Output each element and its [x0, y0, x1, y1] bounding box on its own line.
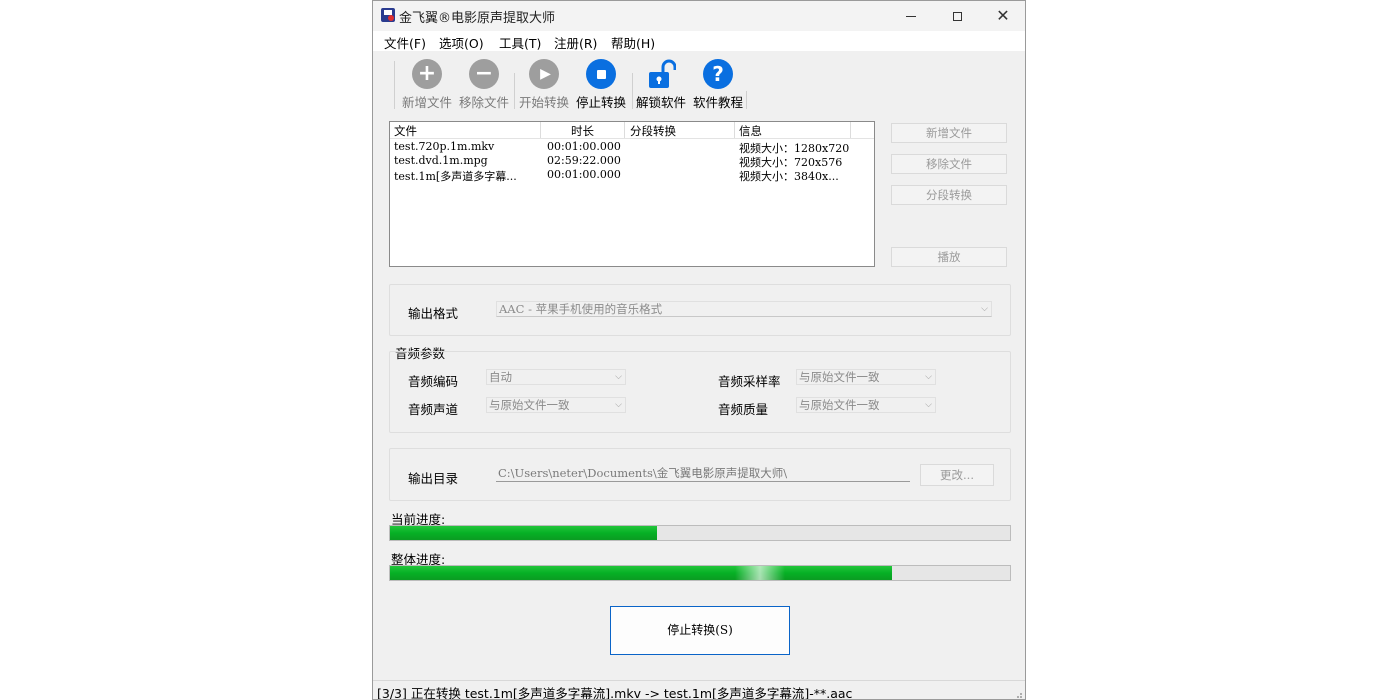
menu-register[interactable]: 注册(R) — [554, 33, 597, 52]
column-header-duration[interactable]: 时长 — [571, 123, 594, 139]
toolbar-remove-file-label: 移除文件 — [458, 95, 509, 110]
progress-shine — [735, 566, 785, 580]
overall-progress-fill — [390, 566, 893, 580]
toolbar-separator — [394, 61, 395, 109]
resize-grip-icon[interactable] — [1013, 689, 1023, 699]
output-dir-field[interactable]: C:\Users\neter\Documents\金飞翼电影原声提取大师\ — [496, 464, 910, 482]
toolbar-add-file-label: 新增文件 — [401, 95, 452, 110]
row-file: test.1m[多声道多字幕... — [394, 170, 517, 183]
toolbar-stop-convert-label: 停止转换 — [575, 95, 626, 110]
output-format-group: 输出格式 AAC - 苹果手机使用的音乐格式 ⌵ — [389, 284, 1011, 336]
app-window: 金飞翼®电影原声提取大师 ✕ 文件(F) 选项(O) 工具(T) 注册(R) 帮… — [372, 0, 1026, 700]
row-info: 视频大小：3840x... — [739, 170, 839, 183]
side-segment-button[interactable]: 分段转换 — [891, 185, 1007, 205]
change-dir-button[interactable]: 更改... — [920, 464, 994, 486]
current-progress-fill — [390, 526, 657, 540]
audio-samplerate-select[interactable]: 与原始文件一致 ⌵ — [796, 369, 936, 385]
row-file: test.dvd.1m.mpg — [394, 154, 488, 167]
audio-channel-value: 与原始文件一致 — [489, 398, 570, 412]
file-list[interactable]: 文件 时长 分段转换 信息 test.720p.1m.mkv 00:01:00.… — [389, 121, 875, 267]
menu-tools[interactable]: 工具(T) — [499, 33, 541, 52]
row-duration: 00:01:00.000 — [547, 168, 621, 181]
stop-icon — [586, 59, 616, 89]
menu-options[interactable]: 选项(O) — [439, 33, 484, 52]
toolbar-add-file-button[interactable]: + 新增文件 — [399, 59, 455, 111]
audio-quality-select[interactable]: 与原始文件一致 ⌵ — [796, 397, 936, 413]
output-format-label: 输出格式 — [408, 306, 459, 321]
toolbar-stop-convert-button[interactable]: 停止转换 — [573, 59, 629, 111]
stop-convert-button[interactable]: 停止转换(S) — [610, 606, 790, 655]
toolbar-unlock-button[interactable]: 解锁软件 — [633, 59, 689, 111]
plus-icon: + — [412, 59, 442, 89]
app-logo-icon — [381, 8, 395, 22]
toolbar-tutorial-button[interactable]: ? 软件教程 — [690, 59, 746, 111]
help-icon: ? — [703, 59, 733, 89]
row-duration: 02:59:22.000 — [547, 154, 621, 167]
audio-codec-value: 自动 — [489, 370, 512, 384]
column-divider[interactable] — [540, 122, 541, 138]
column-header-info[interactable]: 信息 — [739, 123, 762, 139]
window-title: 金飞翼®电影原声提取大师 — [399, 11, 556, 26]
toolbar-separator — [514, 73, 515, 109]
file-list-header: 文件 时长 分段转换 信息 — [390, 122, 874, 139]
row-duration: 00:01:00.000 — [547, 140, 621, 153]
toolbar-start-convert-button[interactable]: ▶ 开始转换 — [516, 59, 572, 111]
close-icon: ✕ — [996, 6, 1010, 25]
output-format-value: AAC - 苹果手机使用的音乐格式 — [499, 302, 663, 316]
audio-channel-label: 音频声道 — [408, 402, 459, 417]
toolbar-separator — [746, 91, 747, 109]
overall-progress-bar — [389, 565, 1011, 581]
side-add-file-button[interactable]: 新增文件 — [891, 123, 1007, 143]
column-divider[interactable] — [734, 122, 735, 138]
audio-samplerate-value: 与原始文件一致 — [799, 370, 880, 384]
audio-channel-select[interactable]: 与原始文件一致 ⌵ — [486, 397, 626, 413]
play-icon: ▶ — [529, 59, 559, 89]
toolbar-start-convert-label: 开始转换 — [518, 95, 569, 110]
column-header-file[interactable]: 文件 — [394, 123, 417, 139]
side-remove-file-button[interactable]: 移除文件 — [891, 154, 1007, 174]
audio-samplerate-label: 音频采样率 — [718, 374, 781, 389]
output-format-select[interactable]: AAC - 苹果手机使用的音乐格式 ⌵ — [496, 301, 992, 317]
status-bar: [3/3] 正在转换 test.1m[多声道多字幕流].mkv -> test.… — [373, 680, 1025, 700]
menu-file[interactable]: 文件(F) — [384, 33, 426, 52]
status-text: [3/3] 正在转换 test.1m[多声道多字幕流].mkv -> test.… — [377, 686, 853, 700]
audio-codec-label: 音频编码 — [408, 374, 459, 389]
menu-bar: 文件(F) 选项(O) 工具(T) 注册(R) 帮助(H) — [373, 31, 1025, 51]
toolbar-unlock-label: 解锁软件 — [635, 95, 686, 110]
chevron-down-icon: ⌵ — [615, 372, 622, 382]
output-dir-label: 输出目录 — [408, 471, 459, 486]
side-play-button[interactable]: 播放 — [891, 247, 1007, 267]
column-header-segment[interactable]: 分段转换 — [630, 123, 676, 139]
audio-codec-select[interactable]: 自动 ⌵ — [486, 369, 626, 385]
minus-icon: − — [469, 59, 499, 89]
audio-params-group: 音频编码 自动 ⌵ 音频采样率 与原始文件一致 ⌵ 音频声道 与原始文件一致 ⌵… — [389, 351, 1011, 433]
row-file: test.720p.1m.mkv — [394, 140, 495, 153]
output-dir-group: 输出目录 C:\Users\neter\Documents\金飞翼电影原声提取大… — [389, 448, 1011, 501]
table-row[interactable]: test.720p.1m.mkv 00:01:00.000 视频大小：1280x… — [390, 140, 874, 155]
menu-help[interactable]: 帮助(H) — [611, 33, 655, 52]
column-divider[interactable] — [624, 122, 625, 138]
current-progress-bar — [389, 525, 1011, 541]
table-row[interactable]: test.dvd.1m.mpg 02:59:22.000 视频大小：720x57… — [390, 154, 874, 169]
audio-quality-value: 与原始文件一致 — [799, 398, 880, 412]
toolbar-tutorial-label: 软件教程 — [692, 95, 743, 110]
title-bar[interactable]: 金飞翼®电影原声提取大师 ✕ — [373, 1, 1025, 31]
maximize-button[interactable] — [934, 1, 980, 31]
close-button[interactable]: ✕ — [980, 1, 1025, 31]
audio-quality-label: 音频质量 — [718, 402, 769, 417]
chevron-down-icon: ⌵ — [981, 304, 988, 314]
chevron-down-icon: ⌵ — [615, 400, 622, 410]
column-divider[interactable] — [850, 122, 851, 138]
chevron-down-icon: ⌵ — [925, 372, 932, 382]
chevron-down-icon: ⌵ — [925, 400, 932, 410]
maximize-icon — [952, 11, 962, 21]
minimize-icon — [906, 15, 916, 17]
minimize-button[interactable] — [888, 1, 934, 31]
toolbar-remove-file-button[interactable]: − 移除文件 — [456, 59, 512, 111]
unlock-icon — [646, 59, 677, 89]
table-row[interactable]: test.1m[多声道多字幕... 00:01:00.000 视频大小：3840… — [390, 168, 874, 183]
